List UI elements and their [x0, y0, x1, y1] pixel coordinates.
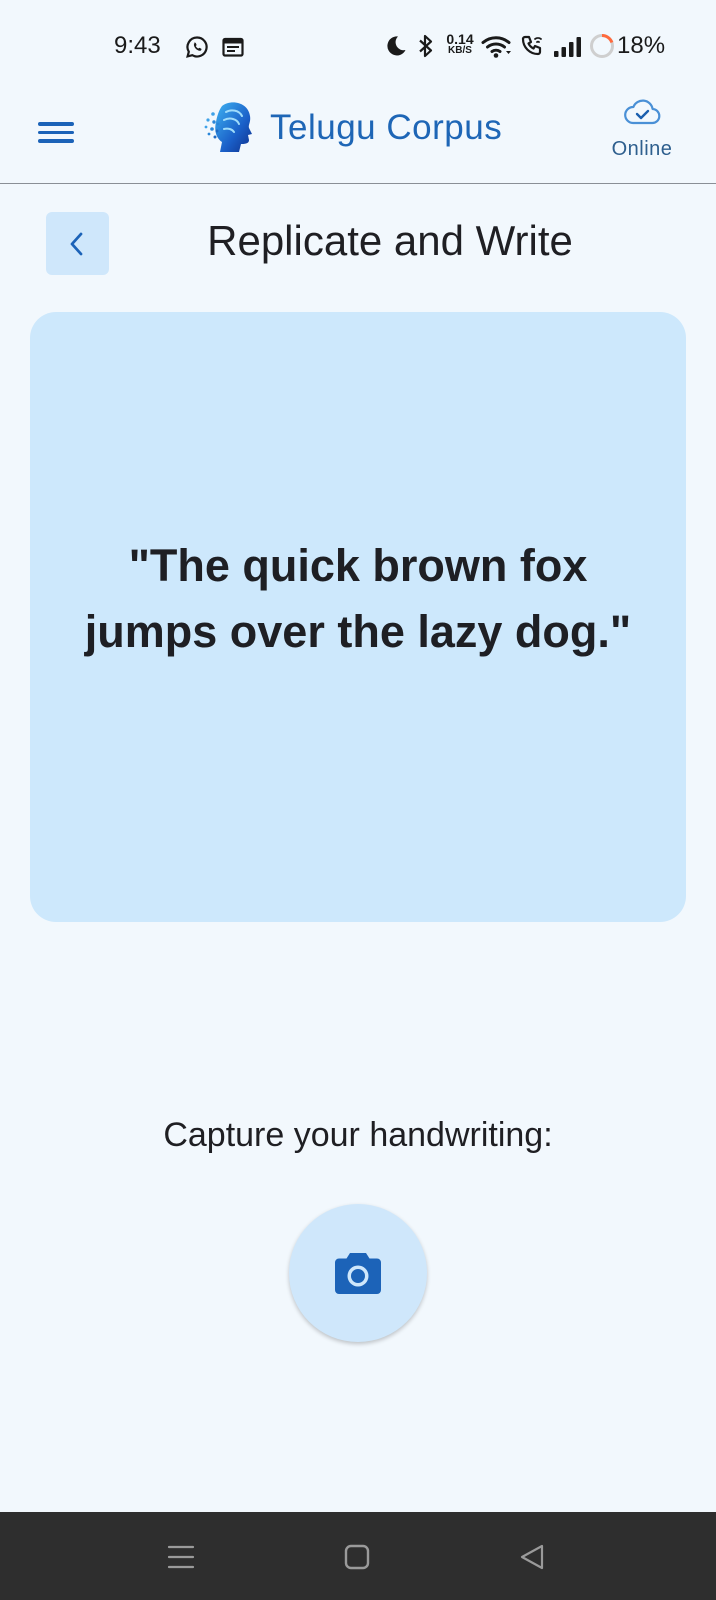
battery-percentage: 18%: [617, 32, 666, 59]
signal-icon: [554, 37, 581, 57]
back-icon[interactable]: [515, 1540, 549, 1574]
app-title: Telugu Corpus: [270, 108, 503, 147]
status-time: 9:43: [114, 32, 161, 59]
capture-handwriting-button[interactable]: [289, 1204, 427, 1342]
home-icon[interactable]: [340, 1540, 374, 1574]
app-logo-icon: [204, 102, 252, 152]
system-nav-bar: [0, 1512, 716, 1600]
prompt-card: "The quick brown fox jumps over the lazy…: [30, 312, 686, 922]
recents-icon[interactable]: [164, 1540, 198, 1574]
moon-icon: [387, 36, 406, 56]
bluetooth-icon: [419, 34, 433, 58]
calendar-icon: [222, 37, 244, 57]
whatsapp-icon: [186, 36, 208, 58]
menu-icon: [38, 122, 74, 126]
menu-button[interactable]: [34, 110, 78, 154]
app-bar: Telugu Corpus Online: [0, 86, 716, 184]
network-speed: 0.14 KB/S: [446, 31, 474, 56]
wifi-icon: [481, 36, 511, 58]
wifi-calling-icon: [521, 35, 542, 56]
page-title: Replicate and Write: [207, 217, 573, 264]
chevron-left-icon: [70, 232, 83, 256]
capture-label: Capture your handwriting:: [163, 1116, 553, 1154]
battery-icon: [590, 34, 614, 58]
cloud-check-icon: [624, 99, 661, 125]
camera-icon: [335, 1253, 381, 1294]
prompt-sentence: "The quick brown fox jumps over the lazy…: [84, 540, 632, 657]
back-button[interactable]: [46, 212, 109, 275]
connection-status: Online: [611, 138, 673, 160]
status-bar: 9:43 0.14 KB/S 18%: [0, 0, 716, 86]
